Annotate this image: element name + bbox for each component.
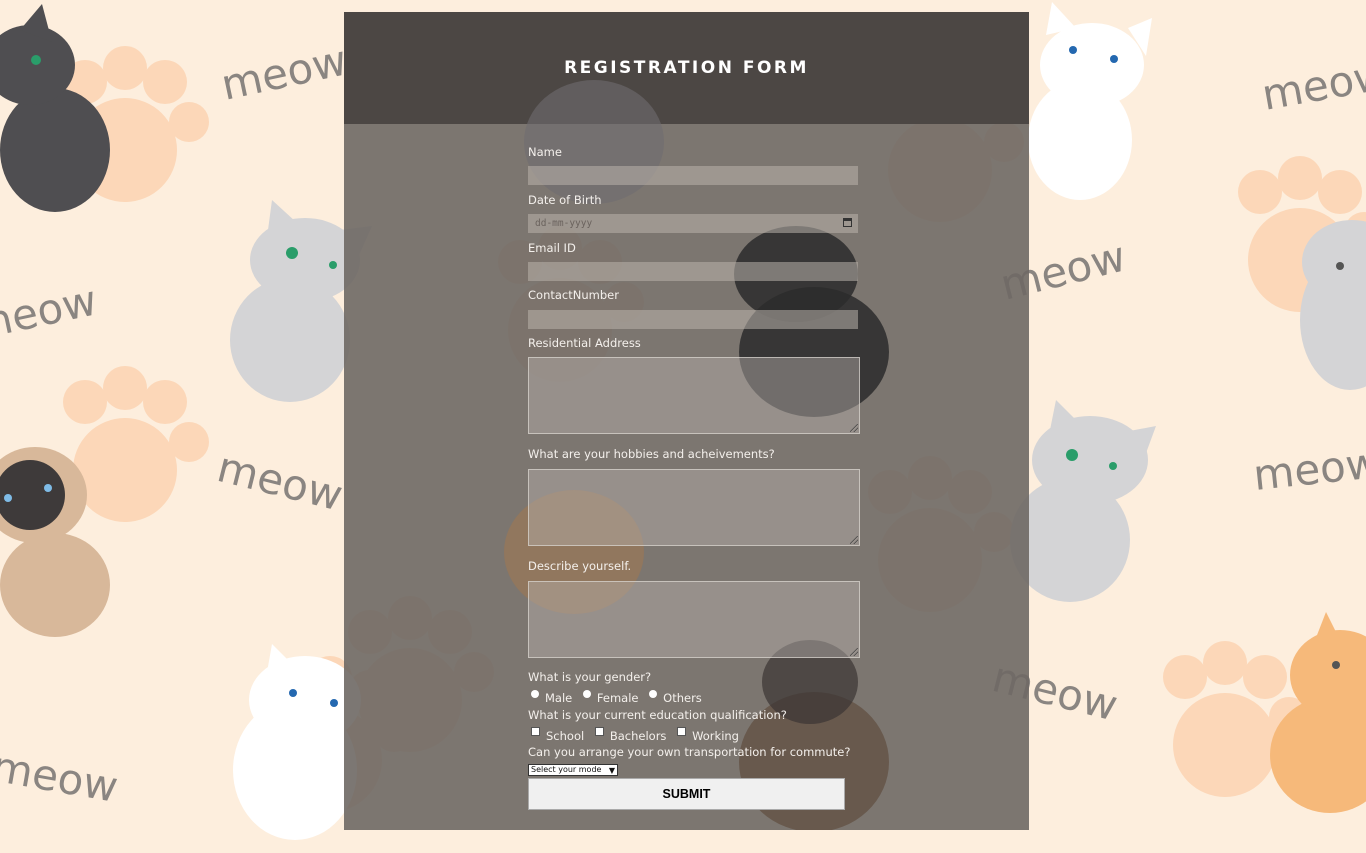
education-option-label: Working	[692, 729, 739, 743]
cat-white-2	[233, 644, 361, 840]
email-label: Email ID	[528, 241, 576, 255]
contact-input[interactable]	[528, 310, 858, 329]
gender-option-label: Others	[663, 691, 702, 705]
name-label: Name	[528, 145, 562, 159]
gender-radio-male[interactable]	[531, 690, 539, 698]
chevron-down-icon: ▼	[608, 766, 615, 775]
dob-input[interactable]: dd-mm-yyyy	[528, 214, 858, 233]
gender-option-label: Male	[545, 691, 573, 705]
name-input[interactable]	[528, 166, 858, 185]
meow-text: meow	[0, 742, 122, 812]
education-checkbox-school[interactable]	[531, 727, 540, 736]
submit-button[interactable]: SUBMIT	[528, 778, 845, 810]
meow-text: meow	[1251, 438, 1366, 500]
describe-label: Describe yourself.	[528, 559, 632, 573]
gender-options: Male Female Others	[528, 690, 706, 705]
cat-grey-3	[1300, 220, 1366, 390]
dob-placeholder: dd-mm-yyyy	[535, 218, 593, 229]
calendar-icon[interactable]	[843, 218, 852, 227]
cat-grey-2	[1010, 400, 1156, 602]
email-input[interactable]	[528, 262, 858, 281]
education-option-label: School	[546, 729, 585, 743]
gender-label: What is your gender?	[528, 670, 652, 684]
hobbies-label: What are your hobbies and acheivements?	[528, 447, 775, 461]
education-option-label: Bachelors	[609, 729, 667, 743]
registration-form: Name Date of Birth dd-mm-yyyy Email ID C…	[344, 12, 1029, 830]
resize-grip-icon[interactable]	[850, 648, 858, 656]
cat-white	[1028, 2, 1152, 200]
meow-text: meow	[0, 275, 101, 349]
gender-radio-female[interactable]	[582, 690, 591, 698]
hobbies-textarea[interactable]	[528, 469, 860, 546]
education-checkbox-working[interactable]	[677, 727, 687, 736]
transport-label: Can you arrange your own transportation …	[528, 745, 851, 759]
address-label: Residential Address	[528, 336, 641, 350]
education-options: School Bachelors Working	[528, 727, 743, 743]
cat-dark	[0, 4, 110, 212]
transport-select[interactable]: Select your mode ▼	[528, 764, 618, 776]
meow-text: meow	[1258, 50, 1366, 120]
dob-label: Date of Birth	[528, 193, 602, 207]
gender-radio-others[interactable]	[649, 690, 658, 698]
resize-grip-icon[interactable]	[850, 536, 858, 544]
education-checkbox-bachelors[interactable]	[594, 727, 604, 736]
education-label: What is your current education qualifica…	[528, 708, 787, 722]
gender-option-label: Female	[596, 691, 639, 705]
address-textarea[interactable]	[528, 357, 860, 434]
transport-selected-value: Select your mode	[531, 765, 602, 774]
meow-text: meow	[213, 442, 348, 520]
contact-label: ContactNumber	[528, 288, 619, 302]
resize-grip-icon[interactable]	[850, 424, 858, 432]
describe-textarea[interactable]	[528, 581, 860, 658]
meow-text: meow	[217, 35, 351, 109]
